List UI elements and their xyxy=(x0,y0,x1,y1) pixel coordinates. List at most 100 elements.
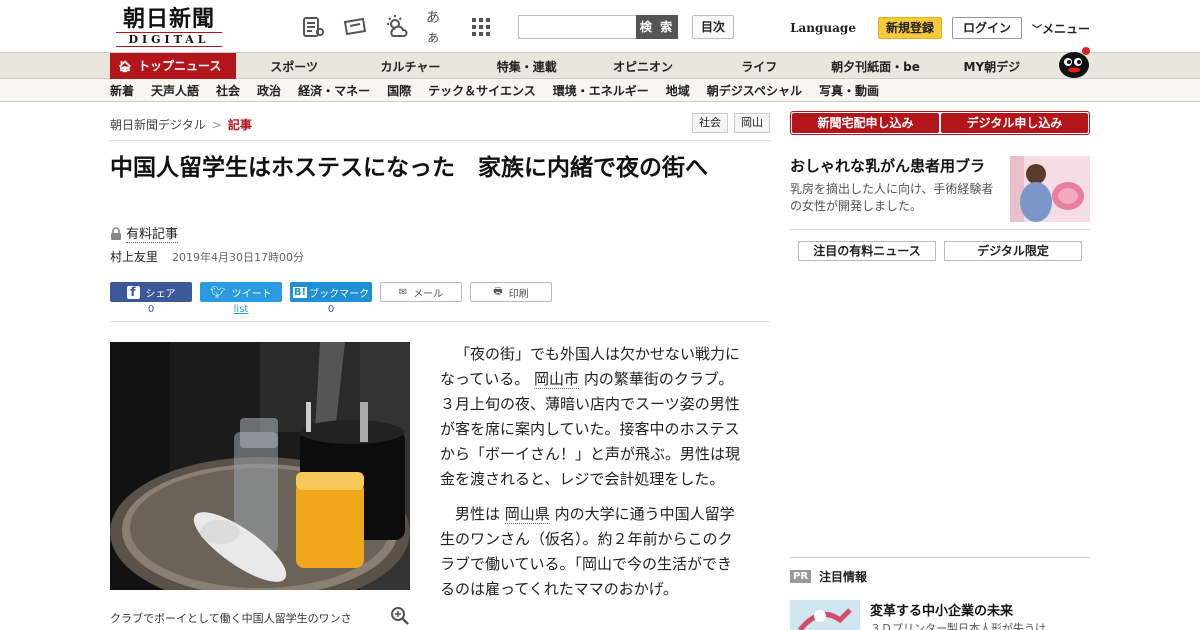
divider xyxy=(110,140,770,141)
subnav-tech[interactable]: テック＆サイエンス xyxy=(428,82,536,99)
paragraph: 「夜の街」でも外国人は欠かせない戦力になっている。 岡山市 内の繁華街のクラブ。… xyxy=(440,342,746,492)
tag-society[interactable]: 社会 xyxy=(692,113,728,133)
subnav-tensei[interactable]: 天声人語 xyxy=(151,82,199,99)
promo-image[interactable] xyxy=(1010,156,1090,222)
breadcrumb-separator: > xyxy=(211,118,222,132)
menu-button[interactable]: ﹀メニュー xyxy=(1032,20,1090,37)
breadcrumb-current: 記事 xyxy=(227,118,252,132)
facebook-share-count: 0 xyxy=(147,304,155,315)
nav-top-news[interactable]: 🏠︎ トップニュース xyxy=(110,53,236,79)
subnav-environment[interactable]: 環境・エネルギー xyxy=(553,82,649,99)
main-nav: 🏠︎ トップニュース スポーツ カルチャー 特集・連載 オピニオン ライフ 朝夕刊… xyxy=(0,47,1200,79)
nav-culture[interactable]: カルチャー xyxy=(352,58,468,75)
language-link[interactable]: Language xyxy=(790,21,856,35)
register-button[interactable]: 新規登録 xyxy=(877,17,942,39)
twitter-list-link[interactable]: list xyxy=(200,304,282,315)
subnav-latest[interactable]: 新着 xyxy=(110,82,134,99)
article-photo[interactable] xyxy=(110,342,410,590)
zoom-icon[interactable] xyxy=(390,606,410,630)
hatena-bookmark-count: 0 xyxy=(327,304,335,315)
mascot-icon[interactable] xyxy=(1054,45,1092,79)
weather-icon[interactable] xyxy=(384,14,410,40)
chevron-down-icon: ﹀ xyxy=(1031,24,1042,36)
photo-caption: クラブでボーイとして働く中国人留学生のワンさ xyxy=(110,607,410,626)
logo-sub-text: DIGITAL xyxy=(116,32,222,47)
hatena-icon: B! xyxy=(292,286,308,298)
author-name: 村上友里 xyxy=(110,250,159,264)
home-icon: 🏠︎ xyxy=(118,60,132,73)
header-icon-row: あぁ xyxy=(300,10,494,46)
facebook-share-button[interactable]: f シェア 0 xyxy=(110,282,192,315)
facebook-icon: f xyxy=(126,285,140,299)
logo-main-text: 朝日新聞 xyxy=(122,6,215,32)
article-title: 中国人留学生はホステスになった 家族に内緒で夜の街へ xyxy=(110,155,708,181)
byline: 村上友里 2019年4月30日17時00分 xyxy=(110,248,304,265)
search-button[interactable]: 検 索 xyxy=(636,15,678,39)
subnav-international[interactable]: 国際 xyxy=(387,82,411,99)
share-bar: f シェア 0 🐦︎ ツイート list B! ブックマーク 0 ✉︎ メール … xyxy=(110,282,552,315)
pr-description: ３Ｄプリンター製日本人形が失うけ xyxy=(870,622,1046,630)
mail-button[interactable]: ✉︎ メール xyxy=(380,282,462,302)
pr-section-title: 注目情報 xyxy=(819,570,868,584)
newspaper-icon[interactable] xyxy=(300,14,326,40)
site-logo[interactable]: 朝日新聞 DIGITAL xyxy=(110,6,228,47)
subnav-region[interactable]: 地域 xyxy=(666,82,690,99)
breadcrumb-home[interactable]: 朝日新聞デジタル xyxy=(110,118,206,132)
search-input[interactable] xyxy=(518,15,636,39)
facebook-share-label: シェア xyxy=(145,288,176,300)
subnav-politics[interactable]: 政治 xyxy=(257,82,281,99)
nav-sports[interactable]: スポーツ xyxy=(236,58,352,75)
divider xyxy=(790,557,1090,558)
toc-button[interactable]: 目次 xyxy=(692,15,734,39)
tab-digital-only[interactable]: デジタル限定 xyxy=(944,241,1082,261)
twitter-share-button[interactable]: 🐦︎ ツイート list xyxy=(200,282,282,315)
subnav-economy[interactable]: 経済・マネー xyxy=(298,82,370,99)
header-right: Language 新規登録 ログイン ﹀メニュー xyxy=(790,17,1090,39)
pr-title[interactable]: 変革する中小企業の未来 xyxy=(870,600,1013,619)
subnav-special[interactable]: 朝デジスペシャル xyxy=(707,82,802,99)
paid-article-text[interactable]: 有料記事 xyxy=(126,223,179,243)
okayama-pref-link[interactable]: 岡山県 xyxy=(504,505,550,524)
twitter-icon: 🐦︎ xyxy=(210,285,226,299)
caption-text: クラブでボーイとして働く中国人留学生のワンさ xyxy=(110,612,352,625)
subscribe-paper-button[interactable]: 新聞宅配申し込み xyxy=(792,113,939,133)
font-size-icon[interactable]: あぁ xyxy=(426,10,452,46)
promo-description: 乳房を摘出した人に向け、手術経験者の女性が開発しました。 xyxy=(790,182,994,213)
search-box: 検 索 xyxy=(518,15,678,39)
subnav-society[interactable]: 社会 xyxy=(216,82,240,99)
mail-icon: ✉︎ xyxy=(398,286,408,298)
paragraph: 男性は 岡山県 内の大学に通う中国人留学生のワンさん（仮名）。約２年前からこのク… xyxy=(440,502,746,602)
font-size-label: あぁ xyxy=(426,10,440,46)
paragraph-text: 男性は xyxy=(455,505,501,523)
nav-label: トップニュース xyxy=(137,59,222,73)
okayama-city-link[interactable]: 岡山市 xyxy=(534,370,580,389)
site-header: 朝日新聞 DIGITAL あぁ 検 索 目次 Language 新規登録 ログイ… xyxy=(0,0,1200,52)
pr-image[interactable] xyxy=(790,600,860,630)
sub-nav: 新着 天声人語 社会 政治 経済・マネー 国際 テック＆サイエンス 環境・エネル… xyxy=(0,78,1200,102)
publish-date: 2019年4月30日17時00分 xyxy=(172,251,304,264)
sidebar-tabs: 注目の有料ニュース デジタル限定 xyxy=(798,241,1082,261)
hatena-bookmark-label: ブックマーク xyxy=(309,288,370,300)
nav-life[interactable]: ライフ xyxy=(701,58,817,75)
print-button[interactable]: 🖶︎ 印刷 xyxy=(470,282,552,302)
login-button[interactable]: ログイン xyxy=(951,17,1022,39)
nav-features[interactable]: 特集・連載 xyxy=(469,58,585,75)
menu-label: メニュー xyxy=(1041,21,1090,36)
twitter-share-label: ツイート xyxy=(231,288,272,300)
subnav-photo[interactable]: 写真・動画 xyxy=(819,82,879,99)
subscribe-digital-button[interactable]: デジタル申し込み xyxy=(941,113,1088,133)
grid-menu-icon[interactable] xyxy=(468,14,494,40)
ticket-icon[interactable] xyxy=(342,14,368,40)
paid-article-label: 有料記事 xyxy=(110,223,179,243)
nav-paper[interactable]: 朝夕刊紙面・be xyxy=(817,58,933,75)
main-content: 朝日新聞デジタル > 記事 社会 岡山 中国人留学生はホステスになった 家族に内緒で… xyxy=(110,102,1090,630)
promo-article[interactable]: おしゃれな乳がん患者用ブラ 乳房を摘出した人に向け、手術経験者の女性が開発しまし… xyxy=(790,156,1090,222)
article-tags: 社会 岡山 xyxy=(692,113,770,133)
print-icon: 🖶︎ xyxy=(493,285,503,297)
lock-icon xyxy=(110,227,122,240)
print-label: 印刷 xyxy=(508,288,529,300)
hatena-bookmark-button[interactable]: B! ブックマーク 0 xyxy=(290,282,372,315)
tab-featured-paid[interactable]: 注目の有料ニュース xyxy=(798,241,936,261)
tag-okayama[interactable]: 岡山 xyxy=(734,113,770,133)
nav-opinion[interactable]: オピニオン xyxy=(585,58,701,75)
